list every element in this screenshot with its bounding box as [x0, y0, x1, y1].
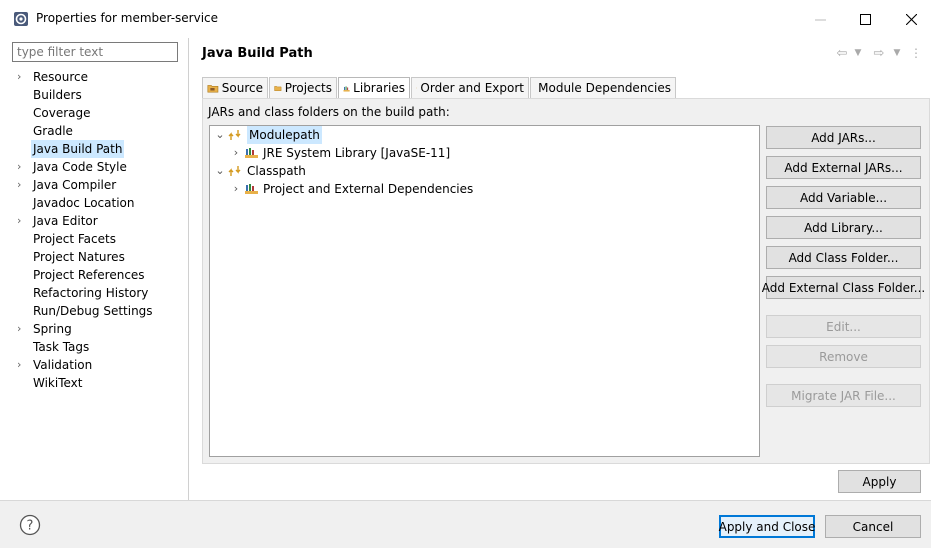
tab-source[interactable]: Source — [202, 77, 268, 98]
tab-label: Module Dependencies — [538, 80, 671, 95]
tree-item-label: Modulepath — [247, 126, 322, 144]
apply-and-close-button[interactable]: Apply and Close — [719, 515, 815, 538]
modulepath-icon — [228, 130, 241, 140]
nav-item-run-debug-settings[interactable]: Run/Debug Settings — [33, 302, 153, 320]
tab-label: Projects — [284, 80, 332, 95]
nav-item-java-compiler[interactable]: Java Compiler — [33, 176, 116, 194]
add-jars-button[interactable]: Add JARs... — [766, 126, 921, 149]
eclipse-app-icon — [14, 12, 28, 26]
chevron-right-icon[interactable]: › — [17, 176, 27, 194]
nav-item-builders[interactable]: Builders — [33, 86, 82, 104]
chevron-right-icon[interactable]: › — [17, 68, 27, 86]
add-variable-button[interactable]: Add Variable... — [766, 186, 921, 209]
nav-item-wikitext[interactable]: WikiText — [33, 374, 83, 392]
chevron-right-icon[interactable]: › — [230, 144, 242, 162]
migrate-jar-button[interactable]: Migrate JAR File... — [766, 384, 921, 407]
classpath-icon — [228, 166, 241, 176]
nav-item-javadoc-location[interactable]: Javadoc Location — [33, 194, 134, 212]
edit-button[interactable]: Edit... — [766, 315, 921, 338]
tab-module-dependencies[interactable]: M Module Dependencies — [530, 77, 676, 98]
help-icon[interactable]: ? — [19, 514, 41, 536]
tab-libraries[interactable]: Libraries — [338, 77, 410, 99]
tree-item-label: Project and External Dependencies — [263, 182, 474, 196]
chevron-right-icon[interactable]: › — [17, 158, 27, 176]
nav-item-project-facets[interactable]: Project Facets — [33, 230, 116, 248]
library-icon — [245, 148, 258, 158]
cancel-button[interactable]: Cancel — [825, 515, 921, 538]
apply-button[interactable]: Apply — [838, 470, 921, 493]
nav-item-project-references[interactable]: Project References — [33, 266, 145, 284]
minimize-button[interactable] — [797, 6, 843, 32]
add-external-class-folder-button[interactable]: Add External Class Folder... — [762, 276, 925, 299]
chevron-down-icon[interactable]: ⌄ — [214, 126, 226, 144]
page-title: Java Build Path — [202, 46, 313, 61]
maximize-button[interactable] — [842, 6, 888, 32]
close-button[interactable] — [888, 6, 931, 32]
tree-item-label: JRE System Library [JavaSE-11] — [263, 146, 451, 160]
filter-input[interactable] — [12, 42, 178, 62]
back-arrow-icon[interactable]: ⇦ — [834, 44, 850, 62]
nav-item-task-tags[interactable]: Task Tags — [33, 338, 89, 356]
nav-item-validation[interactable]: Validation — [33, 356, 92, 374]
tab-label: Source — [221, 80, 263, 95]
order-export-icon — [416, 87, 418, 89]
nav-item-spring[interactable]: Spring — [33, 320, 72, 338]
forward-arrow-icon[interactable]: ⇨ — [871, 44, 887, 62]
libraries-icon — [343, 85, 350, 92]
tree-item-project-external-deps[interactable]: › Project and External Dependencies — [230, 180, 473, 198]
tab-projects[interactable]: Projects — [269, 77, 337, 98]
tree-item-modulepath[interactable]: ⌄ Modulepath — [214, 126, 322, 144]
build-path-label: JARs and class folders on the build path… — [208, 105, 450, 119]
svg-text:?: ? — [27, 519, 34, 534]
build-path-tree[interactable]: ⌄ Modulepath › JRE System Library [JavaS… — [209, 125, 760, 457]
tab-label: Order and Export — [420, 80, 524, 95]
nav-item-java-build-path[interactable]: Java Build Path — [31, 140, 125, 158]
nav-item-project-natures[interactable]: Project Natures — [33, 248, 125, 266]
tab-label: Libraries — [353, 81, 405, 95]
chevron-right-icon[interactable]: › — [17, 212, 27, 230]
nav-item-java-code-style[interactable]: Java Code Style — [33, 158, 127, 176]
tab-order-and-export[interactable]: Order and Export — [411, 77, 529, 98]
forward-dropdown-icon[interactable]: ▼ — [892, 44, 902, 62]
add-library-button[interactable]: Add Library... — [766, 216, 921, 239]
minimize-icon — [814, 19, 826, 20]
tree-item-classpath[interactable]: ⌄ Classpath — [214, 162, 306, 180]
chevron-right-icon[interactable]: › — [230, 180, 242, 198]
library-icon — [245, 184, 258, 194]
back-dropdown-icon[interactable]: ▼ — [853, 44, 863, 62]
chevron-right-icon[interactable]: › — [17, 356, 27, 374]
add-external-jars-button[interactable]: Add External JARs... — [766, 156, 921, 179]
add-class-folder-button[interactable]: Add Class Folder... — [766, 246, 921, 269]
nav-item-resource[interactable]: Resource — [33, 68, 88, 86]
chevron-right-icon[interactable]: › — [17, 320, 27, 338]
nav-item-refactoring-history[interactable]: Refactoring History — [33, 284, 148, 302]
nav-item-java-editor[interactable]: Java Editor — [33, 212, 98, 230]
remove-button[interactable]: Remove — [766, 345, 921, 368]
nav-item-coverage[interactable]: Coverage — [33, 104, 91, 122]
projects-folder-icon — [274, 86, 282, 91]
tree-item-jre-system-library[interactable]: › JRE System Library [JavaSE-11] — [230, 144, 450, 162]
window-title: Properties for member-service — [36, 11, 219, 25]
source-folder-icon — [207, 85, 219, 93]
nav-item-gradle[interactable]: Gradle — [33, 122, 73, 140]
close-icon — [905, 13, 917, 25]
tree-item-label: Classpath — [247, 164, 306, 178]
chevron-down-icon[interactable]: ⌄ — [214, 162, 226, 180]
more-menu-icon[interactable]: ⋮ — [910, 44, 922, 62]
maximize-icon — [859, 13, 871, 25]
